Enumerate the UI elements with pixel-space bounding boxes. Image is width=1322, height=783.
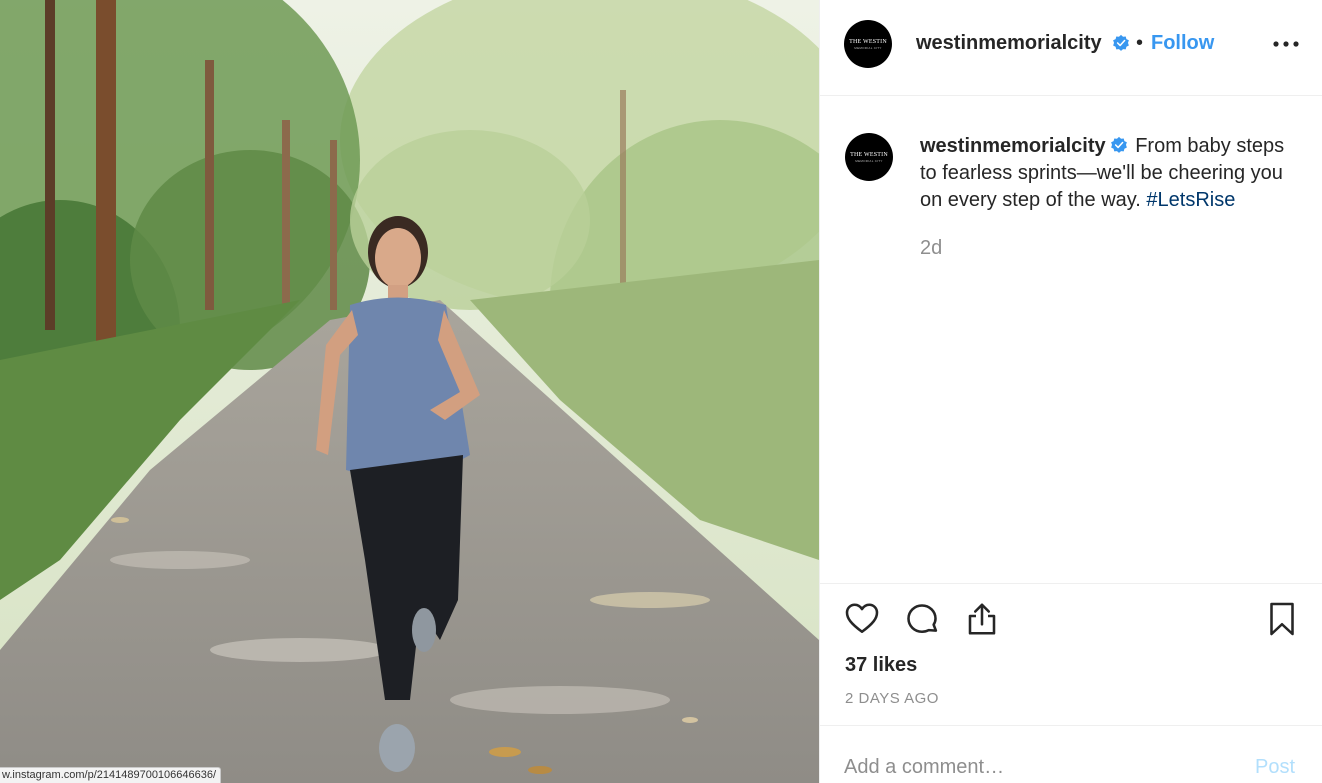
header-separator: •: [1136, 32, 1144, 54]
caption-avatar-brand: THE WESTIN: [850, 151, 888, 158]
header-username[interactable]: westinmemorialcity: [916, 32, 1102, 55]
share-icon[interactable]: [964, 601, 1000, 637]
post-photo[interactable]: w.instagram.com/p/2141489700106646636/: [0, 0, 819, 783]
caption-hashtag[interactable]: #LetsRise: [1146, 189, 1235, 211]
caption-avatar[interactable]: THE WESTIN MEMORIAL CITY: [845, 133, 893, 181]
comment-bar: Post: [820, 725, 1322, 783]
comment-icon[interactable]: [904, 601, 940, 637]
posted-time[interactable]: 2 DAYS AGO: [845, 690, 939, 707]
avatar-brand-sub: MEMORIAL CITY: [854, 45, 882, 50]
comment-input[interactable]: [844, 752, 1224, 782]
follow-button[interactable]: Follow: [1151, 32, 1214, 55]
caption-verified-badge-icon: [1110, 136, 1127, 153]
photo-illustration: [0, 0, 819, 783]
save-bookmark-icon[interactable]: [1264, 601, 1300, 637]
more-options-icon[interactable]: [1272, 36, 1300, 52]
post-header: THE WESTIN MEMORIAL CITY westinmemorialc…: [820, 0, 1322, 96]
profile-avatar[interactable]: THE WESTIN MEMORIAL CITY: [844, 20, 892, 68]
like-heart-icon[interactable]: [844, 601, 880, 637]
avatar-brand: THE WESTIN: [849, 38, 887, 45]
caption-avatar-brand-sub: MEMORIAL CITY: [855, 158, 883, 163]
post-side-panel: THE WESTIN MEMORIAL CITY westinmemorialc…: [819, 0, 1322, 783]
caption-username[interactable]: westinmemorialcity: [920, 135, 1106, 157]
verified-badge-icon: [1113, 34, 1129, 51]
post-actions: 37 likes 2 DAYS AGO: [820, 583, 1322, 725]
likes-count[interactable]: 37 likes: [845, 654, 917, 677]
status-bar-url: w.instagram.com/p/2141489700106646636/: [0, 767, 222, 783]
post-comment-button[interactable]: Post: [1255, 756, 1295, 779]
post-caption: westinmemorialcity From baby steps to fe…: [920, 133, 1300, 214]
caption-timestamp[interactable]: 2d: [920, 237, 942, 260]
